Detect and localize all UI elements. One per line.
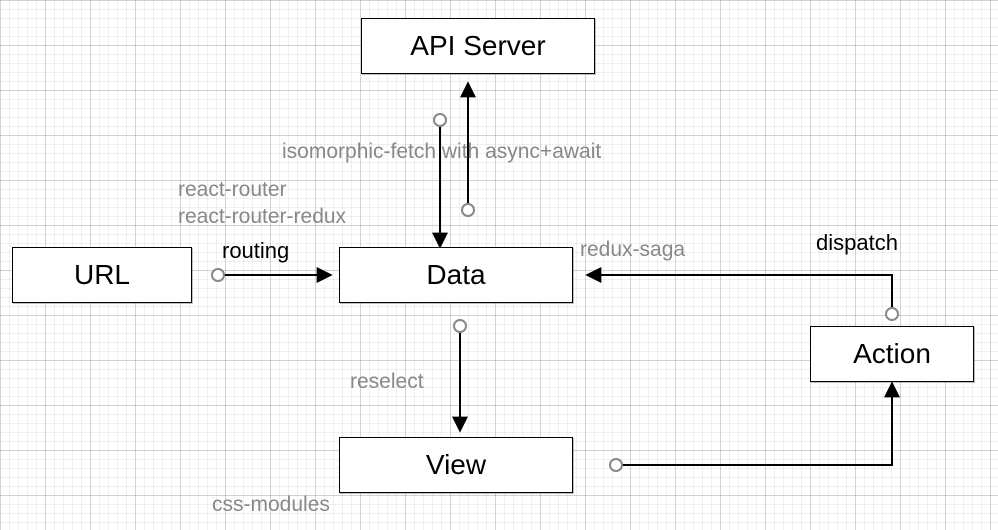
label-redux-saga: redux-saga bbox=[580, 238, 685, 262]
node-data: Data bbox=[339, 247, 573, 303]
label-react-router-redux: react-router-redux bbox=[178, 205, 346, 229]
connector-action-to-data bbox=[588, 275, 898, 320]
label-reselect: reselect bbox=[350, 370, 424, 394]
label-isomorphic-fetch: isomorphic-fetch with async+await bbox=[282, 140, 601, 164]
node-action: Action bbox=[810, 326, 974, 382]
connector-view-to-action bbox=[610, 384, 892, 471]
label-routing: routing bbox=[222, 238, 289, 264]
connector-data-to-view bbox=[454, 320, 466, 430]
connector-api-to-data bbox=[434, 114, 446, 246]
connector-url-to-data bbox=[212, 269, 330, 281]
node-url: URL bbox=[12, 247, 192, 303]
diagram-canvas: API Server URL Data View Action routing … bbox=[0, 0, 998, 530]
node-api-server: API Server bbox=[361, 18, 595, 74]
label-css-modules: css-modules bbox=[212, 493, 330, 517]
label-react-router: react-router bbox=[178, 178, 287, 202]
label-dispatch: dispatch bbox=[816, 230, 898, 256]
node-view: View bbox=[339, 437, 573, 493]
